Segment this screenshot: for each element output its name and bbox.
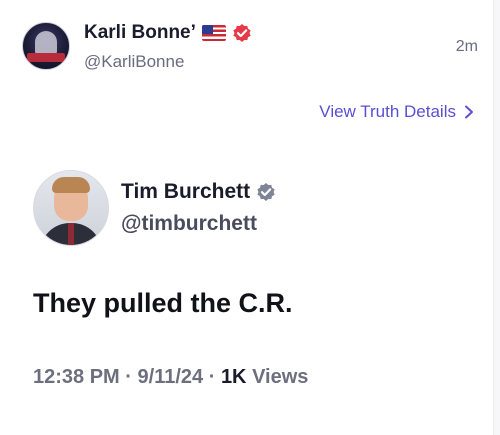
author-avatar[interactable] [22, 22, 70, 70]
embedded-author-name-row: Tim Burchett [121, 180, 276, 204]
avatar-hair [52, 177, 90, 193]
author-name-row[interactable]: Karli Bonne’ [84, 22, 252, 44]
post-card: Karli Bonne’ @KarliBonne 2m View Truth D… [0, 0, 500, 435]
embedded-post-meta: 12:38 PM · 9/11/24 · 1K Views [33, 366, 308, 389]
meta-separator: · [208, 366, 216, 388]
meta-separator: · [125, 366, 132, 388]
embedded-post-date: 9/11/24 [137, 366, 204, 388]
view-details-label: View Truth Details [319, 102, 456, 121]
embedded-author-handle: @timburchett [121, 212, 257, 235]
author-handle[interactable]: @KarliBonne [84, 52, 184, 72]
embedded-post-views-label: Views [252, 366, 309, 388]
verified-badge-icon [257, 183, 275, 201]
embedded-post-views-count: 1K [220, 366, 247, 388]
embedded-post-text: They pulled the C.R. [33, 288, 293, 318]
author-display-name[interactable]: Karli Bonne’ [84, 22, 196, 44]
scrollbar-track[interactable] [493, 0, 500, 435]
embedded-post-time: 12:38 PM [33, 366, 120, 388]
avatar-tie [68, 223, 74, 245]
avatar-banner [27, 53, 65, 62]
embedded-author-display-name: Tim Burchett [121, 180, 251, 203]
post-timestamp: 2m [455, 38, 478, 55]
us-flag-icon [201, 25, 226, 41]
embedded-author-avatar [33, 170, 109, 246]
verified-badge-icon [233, 24, 251, 42]
chevron-right-icon [465, 105, 473, 119]
view-details-link[interactable]: View Truth Details [319, 102, 474, 122]
